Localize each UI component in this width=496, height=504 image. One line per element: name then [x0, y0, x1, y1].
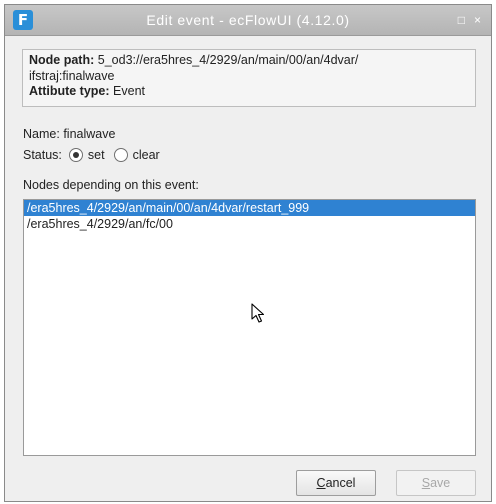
status-clear-label[interactable]: clear — [133, 148, 160, 162]
dependent-nodes-list[interactable]: /era5hres_4/2929/an/main/00/an/4dvar/res… — [23, 199, 476, 456]
list-item[interactable]: /era5hres_4/2929/an/fc/00 — [24, 216, 475, 232]
status-set-radio[interactable] — [68, 148, 83, 162]
attribute-type-value: Event — [113, 84, 146, 98]
status-set-label[interactable]: set — [88, 148, 105, 162]
title-bar[interactable]: F Edit event - ecFlowUI (4.12.0) □ × — [5, 5, 491, 36]
node-info-panel: Node path: 5_od3://era5hres_4/2929/an/ma… — [22, 49, 476, 107]
save-button[interactable]: Save — [396, 470, 476, 496]
dependents-label: Nodes depending on this event: — [23, 178, 199, 192]
cancel-button[interactable]: Cancel — [296, 470, 376, 496]
mouse-pointer-icon — [251, 303, 265, 323]
attribute-type-label: Attibute type: — [29, 84, 110, 98]
node-path-value: 5_od3://era5hres_4/2929/an/main/00/an/4d… — [97, 53, 359, 67]
node-path-value-cont: ifstraj:finalwave — [29, 68, 115, 83]
attribute-type-line: Attibute type: Event — [29, 84, 469, 100]
node-path-label: Node path: — [29, 53, 95, 67]
name-label: Name: — [23, 127, 60, 141]
maximize-icon[interactable]: □ — [458, 13, 465, 27]
name-value: finalwave — [63, 127, 116, 141]
window-title: Edit event - ecFlowUI (4.12.0) — [146, 12, 350, 28]
status-label: Status: — [23, 148, 62, 162]
node-path-line: Node path: 5_od3://era5hres_4/2929/an/ma… — [29, 53, 469, 69]
close-icon[interactable]: × — [474, 13, 481, 27]
status-row: Status: set clear — [23, 148, 160, 162]
list-item[interactable]: /era5hres_4/2929/an/main/00/an/4dvar/res… — [24, 200, 475, 216]
edit-event-dialog: F Edit event - ecFlowUI (4.12.0) □ × Nod… — [4, 4, 492, 502]
status-clear-radio[interactable] — [113, 148, 128, 162]
name-row: Name: finalwave — [23, 127, 115, 141]
